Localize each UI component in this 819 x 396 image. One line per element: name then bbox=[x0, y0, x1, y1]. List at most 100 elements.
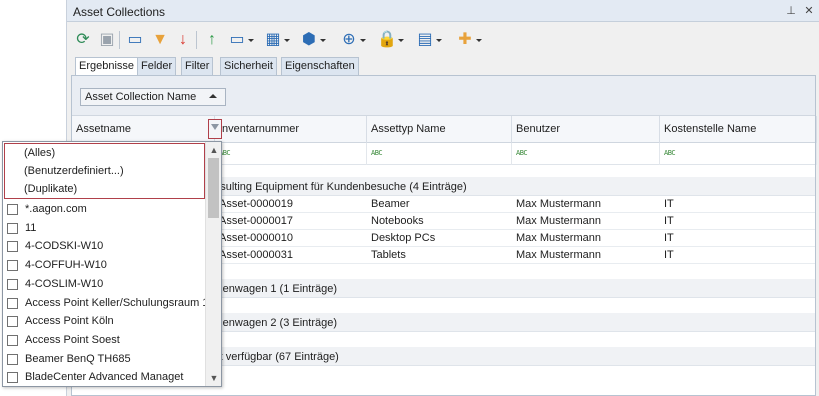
group-row-label: cht verfügbar (67 Einträge) bbox=[208, 351, 339, 363]
filter-cell[interactable]: ABC bbox=[215, 143, 367, 165]
filter-option-duplicates[interactable]: (Duplikate) bbox=[24, 183, 77, 195]
tab-sicherheit[interactable]: Sicherheit bbox=[220, 57, 277, 75]
group-row-label: edienwagen 2 (3 Einträge) bbox=[208, 317, 338, 329]
filter-dropdown: (Alles) (Benutzerdefiniert...) (Duplikate)… bbox=[2, 141, 222, 387]
tab-eigenschaften[interactable]: Eigenschaften bbox=[281, 57, 359, 75]
scrollbar-thumb[interactable] bbox=[208, 158, 219, 218]
filter-value-item[interactable]: 4-COSLIM-W10 bbox=[6, 276, 206, 294]
filter-value-checkbox[interactable] bbox=[7, 204, 18, 215]
cell-inventar: Asset-0000010 bbox=[219, 232, 293, 244]
text-filter-icon: ABC bbox=[516, 149, 528, 157]
filter-value-item[interactable]: 11 bbox=[6, 220, 206, 238]
tab-ergebnisse[interactable]: Ergebnisse bbox=[75, 57, 139, 76]
filter-value-label: Access Point Soest bbox=[25, 333, 120, 346]
funnel-icon bbox=[211, 124, 219, 130]
panel-title: Asset Collections bbox=[73, 5, 166, 19]
filter-value-checkbox[interactable] bbox=[7, 353, 18, 365]
filter-value-checkbox[interactable] bbox=[7, 222, 18, 234]
close-icon[interactable]: ✕ bbox=[802, 4, 816, 18]
group-row-label: edienwagen 1 (1 Einträge) bbox=[208, 283, 338, 295]
filter-value-label: 4-CODSKI-W10 bbox=[25, 240, 104, 253]
cell-typ: Notebooks bbox=[371, 215, 424, 227]
filter-cell[interactable]: ABC bbox=[512, 143, 660, 165]
column-filter-button[interactable] bbox=[208, 119, 222, 139]
filter-value-item[interactable]: *.aagon.com bbox=[6, 201, 206, 219]
filter-value-checkbox[interactable] bbox=[7, 334, 18, 346]
group-by-label: Asset Collection Name bbox=[85, 91, 197, 103]
filter-option-custom[interactable]: (Benutzerdefiniert...) bbox=[24, 165, 124, 177]
filter-icon[interactable]: ▼ bbox=[150, 30, 170, 50]
filter-value-label: *.aagon.com bbox=[25, 203, 87, 215]
filter-value-label: Access Point Köln bbox=[25, 315, 114, 328]
cell-kostenstelle: IT bbox=[664, 215, 674, 227]
filter-value-item[interactable]: Beamer BenQ TH685 bbox=[6, 351, 206, 369]
cell-benutzer: Max Mustermann bbox=[516, 232, 601, 244]
cell-benutzer: Max Mustermann bbox=[516, 215, 601, 227]
group-by-chip[interactable]: Asset Collection Name bbox=[80, 88, 226, 106]
filter-value-checkbox[interactable] bbox=[7, 297, 18, 309]
column-header-assettyp-name[interactable]: Assettyp Name bbox=[367, 116, 512, 143]
arrow-up-icon[interactable]: ↑ bbox=[202, 30, 222, 50]
filter-value-label: 4-COSLIM-W10 bbox=[25, 277, 104, 290]
column-header-kostenstelle-name[interactable]: Kostenstelle Name bbox=[660, 116, 817, 143]
puzzle-icon[interactable]: ✚ bbox=[455, 30, 482, 50]
filter-option-all[interactable]: (Alles) bbox=[24, 147, 55, 159]
chevron-up-icon[interactable]: ▲ bbox=[206, 143, 221, 157]
filter-value-label: 4-COFFUH-W10 bbox=[25, 259, 107, 272]
filter-value-label: BladeCenter Advanced Managet bbox=[25, 371, 184, 384]
group-row-label: onsulting Equipment für Kundenbesuche (4… bbox=[208, 181, 467, 193]
toolbar-separator bbox=[119, 31, 120, 49]
filter-value-label: 11 bbox=[25, 221, 37, 234]
group-by-panel: Asset Collection Name bbox=[72, 76, 815, 116]
cell-kostenstelle: IT bbox=[664, 232, 674, 244]
sort-asc-icon bbox=[209, 94, 217, 98]
cell-benutzer: Max Mustermann bbox=[516, 249, 601, 261]
dropdown-scrollbar[interactable]: ▲ ▼ bbox=[205, 142, 221, 386]
filter-value-item[interactable]: BladeCenter Advanced Managet bbox=[6, 369, 206, 386]
filter-value-checkbox[interactable] bbox=[7, 316, 18, 328]
cell-typ: Desktop PCs bbox=[371, 232, 436, 244]
filter-cell[interactable]: ABC bbox=[367, 143, 512, 165]
filter-value-checkbox[interactable] bbox=[7, 372, 18, 384]
grid-icon[interactable]: ▦ bbox=[263, 30, 290, 50]
save-icon[interactable]: ▣ bbox=[97, 30, 117, 50]
shield-icon[interactable]: ⬢ bbox=[299, 30, 326, 50]
network-icon[interactable]: ⊕ bbox=[339, 30, 366, 50]
filter-value-item[interactable]: Access Point Keller/Schulungsraum 1 bbox=[6, 295, 206, 313]
tab-felder[interactable]: Felder bbox=[137, 57, 177, 75]
column-header-assetname[interactable]: Assetname bbox=[72, 116, 215, 143]
special-filter-options: (Alles) (Benutzerdefiniert...) (Duplikate) bbox=[4, 143, 205, 199]
cell-benutzer: Max Mustermann bbox=[516, 198, 601, 210]
arrow-down-icon[interactable]: ↓ bbox=[173, 30, 193, 50]
filter-value-checkbox[interactable] bbox=[7, 278, 18, 290]
cell-typ: Tablets bbox=[371, 249, 406, 261]
filter-value-label: Access Point Keller/Schulungsraum 1 bbox=[25, 296, 206, 309]
filter-value-item[interactable]: Access Point Soest bbox=[6, 332, 206, 350]
cell-kostenstelle: IT bbox=[664, 249, 674, 261]
panel-titlebar: Asset Collections ⊥ ✕ bbox=[67, 0, 819, 22]
pin-icon[interactable]: ⊥ bbox=[784, 4, 798, 18]
filter-cell[interactable]: ABC bbox=[660, 143, 817, 165]
printer-icon[interactable]: ▤ bbox=[415, 30, 442, 50]
filter-value-checkbox[interactable] bbox=[7, 241, 18, 253]
filter-value-item[interactable]: 4-COFFUH-W10 bbox=[6, 257, 206, 275]
refresh-icon[interactable]: ⟳ bbox=[73, 30, 93, 50]
filter-value-item[interactable]: Access Point Köln bbox=[6, 313, 206, 331]
monitor-search-icon[interactable]: ▭ bbox=[125, 30, 145, 50]
toolbar: ⟳ ▣ ▭ ▼ ↓ ↑ ▭ ▦ ⬢ ⊕ 🔒 ▤ ✚ bbox=[67, 25, 819, 55]
text-filter-icon: ABC bbox=[371, 149, 383, 157]
filter-value-label: Beamer BenQ TH685 bbox=[25, 352, 131, 365]
tab-filter[interactable]: Filter bbox=[181, 57, 214, 75]
filter-value-item[interactable]: 4-CODSKI-W10 bbox=[6, 238, 206, 256]
toolbar-separator bbox=[196, 31, 197, 49]
chevron-down-icon[interactable]: ▼ bbox=[206, 371, 221, 385]
computer-settings-icon[interactable]: ▭ bbox=[227, 30, 254, 50]
column-header-benutzer[interactable]: Benutzer bbox=[512, 116, 660, 143]
column-header-inventarnummer[interactable]: Inventarnummer bbox=[215, 116, 367, 143]
cell-typ: Beamer bbox=[371, 198, 410, 210]
filter-value-checkbox[interactable] bbox=[7, 260, 18, 272]
cell-inventar: Asset-0000031 bbox=[219, 249, 293, 261]
cell-kostenstelle: IT bbox=[664, 198, 674, 210]
cell-inventar: Asset-0000019 bbox=[219, 198, 293, 210]
lock-icon[interactable]: 🔒 bbox=[377, 30, 404, 50]
